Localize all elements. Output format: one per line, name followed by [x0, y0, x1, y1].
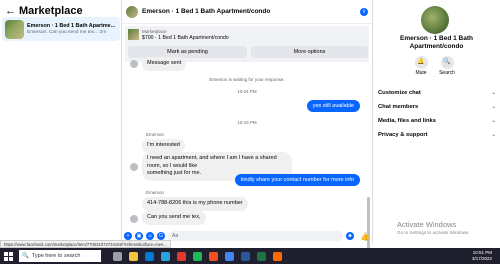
sender-name: Emerson — [146, 132, 165, 137]
chevron-down-icon: ⌄ — [491, 132, 496, 138]
status-url: https://www.facebook.com/marketplace/ite… — [0, 240, 171, 248]
listing-thumbnail — [5, 19, 24, 39]
app-icon[interactable] — [193, 251, 202, 261]
thumbs-up-icon[interactable]: 👍 — [360, 232, 370, 241]
details-title: Emerson · 1 Bed 1 Bath Apartment/condo — [373, 35, 500, 52]
row-label: Privacy & support — [378, 132, 428, 138]
chevron-down-icon: ⌄ — [491, 118, 496, 124]
sender-name: Emerson — [146, 190, 165, 195]
message-in: Message sent — [142, 57, 187, 71]
avatar — [130, 215, 138, 223]
details-title-line: Apartment/condo — [409, 43, 464, 51]
gif-icon[interactable]: G — [157, 232, 165, 240]
mute-label: Mute — [415, 70, 427, 76]
message-line: I need an apartment, and where I am I ha… — [147, 155, 277, 169]
conversation-name: Emerson · 1 Bed 1 Bath Apartme... — [27, 23, 116, 29]
word-icon[interactable] — [241, 251, 250, 261]
watermark-title: Activate Windows — [397, 220, 457, 229]
avatar — [130, 60, 138, 68]
taskbar-apps — [113, 251, 282, 261]
message-out: kindly share your contact number for mor… — [234, 174, 360, 186]
file-explorer-icon[interactable] — [129, 251, 138, 261]
search-icon: 🔍 — [22, 253, 29, 259]
chat-panel: Emerson · 1 Bed 1 Bath Apartment/condo i… — [122, 0, 372, 264]
row-label: Chat members — [378, 104, 419, 110]
app-icon[interactable] — [177, 251, 186, 261]
marketplace-sidebar: ← Marketplace Emerson · 1 Bed 1 Bath Apa… — [0, 0, 122, 243]
message-in: 414-788-8206 this is my phone number — [142, 197, 248, 211]
listing-source: Marketplace — [142, 29, 167, 34]
windows-start-icon[interactable] — [4, 251, 13, 261]
avatar — [130, 163, 138, 171]
sidebar-title: Marketplace — [19, 5, 83, 17]
details-panel: Emerson · 1 Bed 1 Bath Apartment/condo 🔔… — [372, 0, 500, 243]
media-files-row[interactable]: Media, files and links ⌄ — [378, 118, 496, 124]
search-icon: 🔍 — [440, 56, 454, 69]
chevron-down-icon: ⌄ — [491, 90, 496, 96]
info-icon[interactable]: i — [360, 7, 368, 16]
taskbar-search-placeholder: Type here to search — [31, 253, 81, 259]
app-icon[interactable] — [273, 251, 282, 261]
chevron-down-icon: ⌄ — [491, 104, 496, 110]
chrome-icon[interactable] — [225, 251, 234, 261]
mute-button[interactable]: 🔔 Mute — [411, 56, 431, 76]
taskbar: 🔍 Type here to search 10:51 PM 3/17/2022 — [0, 248, 500, 264]
bell-icon: 🔔 — [414, 56, 428, 69]
privacy-support-row[interactable]: Privacy & support ⌄ — [378, 132, 496, 138]
system-tray-clock[interactable]: 10:51 PM 3/17/2022 — [472, 250, 492, 262]
message-input[interactable]: Aa — [168, 231, 344, 241]
taskbar-search[interactable]: 🔍 Type here to search — [19, 250, 101, 262]
edge-icon[interactable] — [161, 251, 170, 261]
watermark-subtitle: Go to Settings to activate Windows. — [397, 230, 470, 235]
photo-icon[interactable]: ▣ — [135, 232, 143, 240]
message-in: Can you send me tex, — [142, 211, 206, 225]
message-out: yes still available — [306, 100, 360, 112]
timestamp: 10:24 PM — [237, 89, 257, 94]
row-label: Customize chat — [378, 90, 421, 96]
search-label: Search — [439, 70, 455, 76]
plus-icon[interactable]: + — [124, 232, 132, 240]
listing-thumbnail — [128, 29, 139, 40]
chat-title[interactable]: Emerson · 1 Bed 1 Bath Apartment/condo — [142, 8, 360, 15]
message-in: I'm interested — [142, 139, 185, 153]
chat-header: Emerson · 1 Bed 1 Bath Apartment/condo i — [122, 0, 372, 24]
message-list: Message sent Emerson is waiting for your… — [122, 57, 372, 264]
chat-avatar — [126, 5, 138, 18]
timestamp: 10:43 PM — [237, 120, 257, 125]
listing-price-title[interactable]: $700 · 1 Bed 1 Bath Apartment/condo — [142, 35, 229, 41]
search-button[interactable]: 🔍 Search — [437, 56, 457, 76]
details-title-line: Emerson · 1 Bed 1 Bath — [400, 35, 473, 42]
mail-icon[interactable] — [145, 251, 154, 261]
listing-photo[interactable] — [421, 6, 449, 34]
task-view-icon[interactable] — [113, 251, 122, 261]
conversation-preview: Emerson: Can you send me tex... 2m — [27, 30, 107, 35]
row-label: Media, files and links — [378, 118, 436, 124]
conversation-item[interactable]: Emerson · 1 Bed 1 Bath Apartme... Emerso… — [2, 17, 120, 41]
customize-chat-row[interactable]: Customize chat ⌄ — [378, 90, 496, 96]
chat-members-row[interactable]: Chat members ⌄ — [378, 104, 496, 110]
office-icon[interactable] — [209, 251, 218, 261]
back-arrow-icon[interactable]: ← — [5, 5, 19, 17]
sticker-icon[interactable]: ☺ — [146, 232, 154, 240]
system-notice: Emerson is waiting for your response. — [209, 77, 285, 82]
excel-icon[interactable] — [257, 251, 266, 261]
clock-date: 3/17/2022 — [471, 256, 492, 261]
emoji-icon[interactable]: ☻ — [346, 232, 355, 240]
activate-windows-watermark: Activate Windows Go to Settings to activ… — [397, 220, 470, 235]
